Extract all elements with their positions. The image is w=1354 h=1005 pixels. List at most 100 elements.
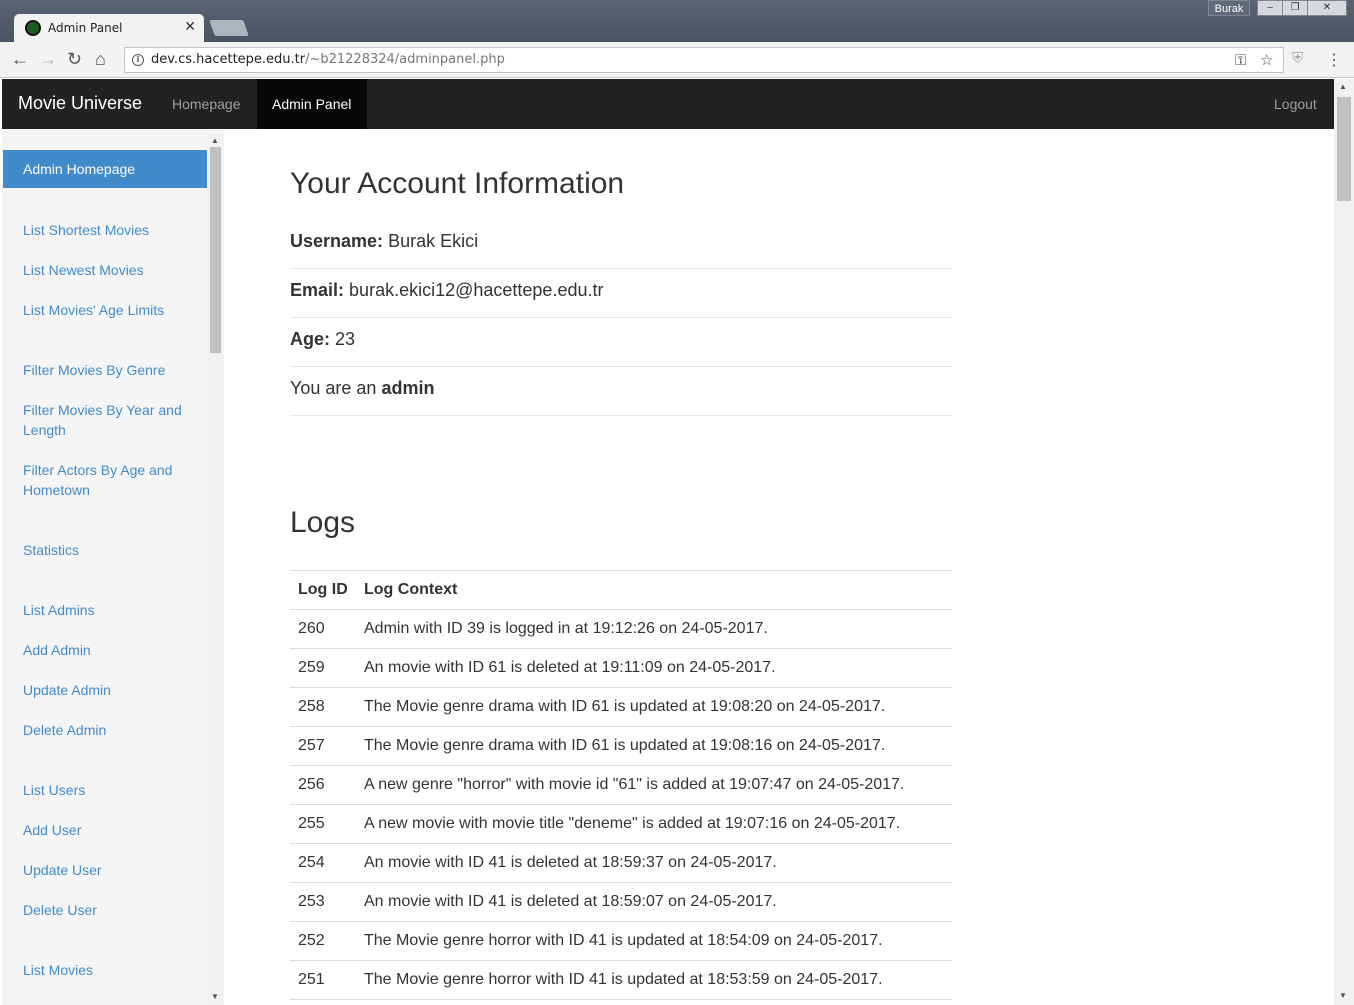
log-id-cell: 253 [290,882,356,922]
username-value: Burak Ekici [388,231,479,251]
url-host: dev.cs.hacettepe.edu.tr [151,52,306,67]
log-context-cell: Admin with ID 39 is logged in at 19:12:2… [356,609,952,649]
log-id-cell: 256 [290,765,356,805]
email-value: burak.ekici12@hacettepe.edu.tr [349,280,604,300]
bookmark-star-icon[interactable]: ☆ [1260,48,1273,72]
sidebar-item-filter-actors[interactable]: Filter Actors By Age and Hometown [23,460,203,500]
sidebar-item-statistics[interactable]: Statistics [23,540,203,560]
minimize-icon[interactable]: – [1257,0,1283,16]
log-id-cell: 251 [290,960,356,1000]
logs-header-row: Log ID Log Context [290,570,952,610]
sidebar-item-list-age-limits[interactable]: List Movies' Age Limits [23,300,203,320]
back-arrow-icon[interactable]: ← [11,50,29,68]
sidebar: Admin Homepage List Shortest Movies List… [2,129,224,1005]
table-row: 259 An movie with ID 61 is deleted at 19:… [290,648,952,688]
table-row: 252 The Movie genre horror with ID 41 is … [290,921,952,961]
logout-link[interactable]: Logout [1259,79,1332,129]
role-row: You are an admin [290,367,952,416]
profile-button[interactable]: Burak [1208,0,1250,16]
page-scroll-up-icon[interactable]: ▲ [1339,82,1347,91]
sidebar-item-list-movies[interactable]: List Movies [23,960,203,980]
log-context-cell: An movie with ID 61 is deleted at 19:11:… [356,648,952,688]
log-context-cell: A new movie with movie title "deneme" is… [356,804,952,844]
sidebar-item-filter-by-genre[interactable]: Filter Movies By Genre [23,360,203,380]
address-bar[interactable]: i dev.cs.hacettepe.edu.tr/~b21228324/adm… [124,47,1284,73]
tab-close-icon[interactable]: ✕ [184,19,196,35]
col-log-id: Log ID [290,570,356,610]
table-row: 255 A new movie with movie title "deneme"… [290,804,952,844]
browser-tab[interactable]: Admin Panel ✕ [14,14,204,42]
log-id-cell: 252 [290,921,356,961]
sidebar-item-delete-user[interactable]: Delete User [23,900,203,920]
sidebar-item-list-admins[interactable]: List Admins [23,600,203,620]
page-scrollbar[interactable]: ▲ ▼ [1334,79,1354,1005]
log-id-cell: 254 [290,843,356,883]
log-context-cell: The Movie genre drama with ID 61 is upda… [356,687,952,727]
page-scroll-down-icon[interactable]: ▼ [1339,991,1347,1000]
table-row: 253 An movie with ID 41 is deleted at 18:… [290,882,952,922]
sidebar-item-list-shortest-movies[interactable]: List Shortest Movies [23,220,203,240]
key-icon[interactable]: ⚿ [1235,48,1246,72]
browser-menu-icon[interactable]: ⋮ [1326,50,1342,70]
username-row: Username: Burak Ekici [290,220,952,269]
top-navbar: Movie Universe Homepage Admin Panel Logo… [2,79,1336,129]
brand-link[interactable]: Movie Universe [18,93,142,114]
log-id-cell: 257 [290,726,356,766]
sidebar-item-list-users[interactable]: List Users [23,780,203,800]
log-id-cell: 255 [290,804,356,844]
log-context-cell: The Movie genre drama with ID 61 is upda… [356,726,952,766]
reload-icon[interactable]: ↻ [67,50,82,68]
age-row: Age: 23 [290,318,952,367]
restore-icon[interactable]: ❐ [1282,0,1308,16]
age-value: 23 [335,329,356,349]
sidebar-item-add-admin[interactable]: Add Admin [23,640,203,660]
log-context-cell: A new genre "horror" with movie id "61" … [356,765,952,805]
sidebar-scroll-thumb[interactable] [210,147,221,353]
new-tab-button[interactable] [209,20,249,36]
table-row: 251 The Movie genre horror with ID 41 is … [290,960,952,1000]
sidebar-item-update-user[interactable]: Update User [23,860,203,880]
browser-toolbar: ← → ↻ ⌂ i dev.cs.hacettepe.edu.tr/~b2122… [0,42,1354,78]
log-context-cell: The Movie genre horror with ID 41 is upd… [356,921,952,961]
table-row: 256 A new genre "horror" with movie id "6… [290,765,952,805]
role-prefix: You are an [290,378,377,398]
log-context-cell: An movie with ID 41 is deleted at 18:59:… [356,882,952,922]
email-label: Email: [290,280,345,300]
page-scroll-thumb[interactable] [1337,97,1351,201]
log-context-cell: The Movie genre horror with ID 41 is upd… [356,960,952,1000]
sidebar-item-add-user[interactable]: Add User [23,820,203,840]
logs-table: Log ID Log Context 260 Admin with ID 39 i… [290,570,952,1000]
log-context-cell: An movie with ID 41 is deleted at 18:59:… [356,843,952,883]
nav-admin-panel-link[interactable]: Admin Panel [257,79,367,129]
account-heading: Your Account Information [290,167,625,200]
forward-arrow-icon[interactable]: → [39,50,57,68]
scroll-up-arrow-icon[interactable]: ▲ [211,136,219,145]
username-label: Username: [290,231,384,251]
extension-shield-icon[interactable]: ⛨ [1292,50,1303,67]
table-row: 254 An movie with ID 41 is deleted at 18:… [290,843,952,883]
close-window-icon[interactable]: ✕ [1307,0,1347,16]
sidebar-item-delete-admin[interactable]: Delete Admin [23,720,203,740]
log-id-cell: 259 [290,648,356,688]
log-id-cell: 258 [290,687,356,727]
table-row: 257 The Movie genre drama with ID 61 is u… [290,726,952,766]
col-log-context: Log Context [356,570,952,610]
url-path: /~b21228324/adminpanel.php [305,52,505,67]
scroll-down-arrow-icon[interactable]: ▼ [211,992,219,1001]
logs-heading: Logs [290,506,356,539]
nav-homepage-link[interactable]: Homepage [157,79,256,129]
role-value: admin [381,378,435,398]
sidebar-item-admin-homepage[interactable]: Admin Homepage [3,150,207,188]
table-row: 260 Admin with ID 39 is logged in at 19:1… [290,609,952,649]
sidebar-item-update-admin[interactable]: Update Admin [23,680,203,700]
page: Movie Universe Homepage Admin Panel Logo… [2,79,1336,1005]
age-label: Age: [290,329,330,349]
log-id-cell: 260 [290,609,356,649]
home-icon[interactable]: ⌂ [95,50,106,68]
sidebar-scrollbar[interactable]: ▲ ▼ [208,134,223,1005]
table-row: 258 The Movie genre drama with ID 61 is u… [290,687,952,727]
tab-title: Admin Panel [48,21,123,35]
info-icon[interactable]: i [132,54,144,66]
sidebar-item-filter-by-year-length[interactable]: Filter Movies By Year and Length [23,400,203,440]
sidebar-item-list-newest-movies[interactable]: List Newest Movies [23,260,203,280]
